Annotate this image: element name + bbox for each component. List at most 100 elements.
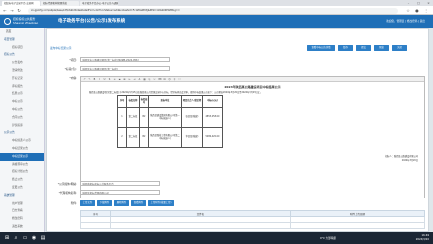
- section-title: 发布中标结果公示: [50, 46, 72, 50]
- sidebar-item[interactable]: 终止公告: [0, 176, 44, 184]
- table-icon[interactable]: ▦: [143, 78, 146, 81]
- fullscreen-icon[interactable]: ⛶: [178, 78, 181, 81]
- task-view-icon[interactable]: ▭: [21, 234, 29, 242]
- sidebar: 首页 项目管理 招标项目 招标公告 公告发布 澄清修改 开标记录 评标报告 结果公示 中标公示 中标…: [0, 28, 45, 232]
- sidebar-item[interactable]: 公示公告: [0, 129, 44, 137]
- url-input[interactable]: xx.gpzcfg.com/ebpzs/base/ntf/ntaticNotes…: [28, 7, 398, 14]
- sidebar-item[interactable]: 中标结果公告: [0, 145, 44, 153]
- view-detail-button[interactable]: 查看中标公告详情: [307, 45, 335, 51]
- agency-label: *代理机构名称:: [58, 191, 77, 195]
- table-cell: 2: [117, 127, 127, 148]
- sidebar-item[interactable]: 澄清修改: [0, 67, 44, 75]
- table-header: 中标价(元): [202, 95, 223, 108]
- sidebar-item[interactable]: 中标候选人公示: [0, 137, 44, 145]
- redo-icon[interactable]: ↷: [88, 78, 91, 81]
- sidebar-item[interactable]: 招标公告: [0, 51, 44, 59]
- sidebar-item[interactable]: 项目管理: [0, 36, 44, 44]
- doc-title: 2024年陕西某公路建设项目中标结果公示: [224, 85, 281, 89]
- logo-emblem-icon: [4, 18, 11, 25]
- sidebar-item[interactable]: 评标报告: [0, 83, 44, 91]
- sidebar-item[interactable]: 修改密码: [0, 215, 44, 223]
- sidebar-item[interactable]: 中标结果公示: [0, 152, 44, 161]
- table-header: 投标单位: [148, 95, 182, 108]
- batch-upload-button[interactable]: 上传附件(批量上传): [148, 200, 174, 206]
- table-cell: B2: [139, 127, 149, 148]
- special-char-icon[interactable]: Ω: [163, 78, 166, 81]
- folder-icon[interactable]: ▤: [39, 234, 47, 242]
- align-left-icon[interactable]: ≡: [113, 78, 116, 81]
- sidebar-item[interactable]: 首页: [0, 28, 44, 36]
- back-icon[interactable]: ←: [2, 7, 8, 14]
- attach-label: 附件:: [70, 201, 77, 205]
- italic-icon[interactable]: I: [98, 78, 101, 81]
- rich-text-editor[interactable]: ↶ ↷ B I U S ≡ ≣ ☰ ⇤ ⇥ A ▦ ⎘ ✂ ⌫ Ω ☺ ⚲ ⛶ 2024年陕西某公路建设项目中标结果公…: [80, 76, 425, 199]
- sidebar-item[interactable]: 变更公告: [0, 184, 44, 192]
- indent-icon[interactable]: ⇥: [133, 78, 136, 81]
- publish-field[interactable]: 陕西省招标投标公共服务平台: [80, 181, 160, 186]
- section-label: *标段(包):: [64, 67, 77, 71]
- font-color-icon[interactable]: A: [138, 78, 141, 81]
- bold-icon[interactable]: B: [93, 78, 96, 81]
- app-header: 招标投标公共服务 Shaanxi Zhaobiao 电子政务平台(公告/公示)发…: [0, 15, 433, 28]
- upload-file-button[interactable]: 上传文件: [80, 200, 95, 206]
- search-icon[interactable]: ⌕: [12, 234, 20, 242]
- agency-field[interactable]: 陕西某招标代理有限公司: [80, 190, 160, 195]
- sidebar-item[interactable]: 中标公告: [0, 106, 44, 114]
- sidebar-item[interactable]: 用户管理: [0, 200, 44, 208]
- align-center-icon[interactable]: ≣: [118, 78, 121, 81]
- sidebar-item[interactable]: 公告发布: [0, 59, 44, 67]
- sidebar-item[interactable]: 开标记录: [0, 75, 44, 83]
- preview-button[interactable]: 预览: [374, 45, 389, 51]
- sidebar-item[interactable]: 异议投诉: [0, 122, 44, 130]
- strike-icon[interactable]: S: [108, 78, 111, 81]
- user-info[interactable]: 欢迎您，管理员 | 修改密码 | 退出: [386, 19, 425, 24]
- attachment-table: 序号 文件名 附件上传日期: [80, 210, 425, 229]
- profile-icon[interactable]: ●: [414, 7, 420, 14]
- sidebar-item[interactable]: 招标项目: [0, 44, 44, 52]
- table-cell: 陕西某建设集团有限公司(第一中标候选人): [148, 107, 182, 128]
- system-clock[interactable]: 16:49 2024/3/20: [416, 234, 429, 243]
- cut-icon[interactable]: ✂: [153, 78, 156, 81]
- table-header: 项目负责人/建造师: [181, 95, 203, 108]
- sidebar-item[interactable]: 中标公示: [0, 98, 44, 106]
- project-label: *项目:: [69, 58, 77, 62]
- sidebar-item[interactable]: 系统管理: [0, 192, 44, 200]
- table-cell: 李某某(陕建): [181, 127, 203, 148]
- outdent-icon[interactable]: ⇤: [128, 78, 131, 81]
- reload-icon[interactable]: ↻: [16, 7, 22, 14]
- sidebar-item[interactable]: 资格预审公告: [0, 161, 44, 169]
- table-cell: 张某某(陕建): [181, 107, 203, 128]
- table-cell: 4853,258.00: [202, 107, 223, 128]
- copy-icon[interactable]: ⎘: [148, 78, 151, 81]
- section-field[interactable]: 陕西某市公路建设项目(第二标段): [80, 66, 170, 71]
- emoji-icon[interactable]: ☺: [168, 78, 171, 81]
- project-field[interactable]: 陕西某市公路建设项目(第二标段)[SXZB-2024-056]: [80, 57, 170, 62]
- close-button[interactable]: 关闭: [392, 45, 407, 51]
- clear-icon[interactable]: ⌫: [158, 78, 161, 81]
- delete-attachment-button[interactable]: 删除附件: [114, 200, 129, 206]
- underline-icon[interactable]: U: [103, 78, 106, 81]
- view-attachment-button[interactable]: 查看附件: [131, 200, 146, 206]
- search-icon[interactable]: ⚲: [173, 78, 176, 81]
- table-cell: 1: [117, 107, 127, 128]
- chrome-icon[interactable]: ◉: [30, 234, 38, 242]
- weather-widget[interactable]: 9°C 大部晴朗: [320, 236, 336, 241]
- table-header: 标段名称: [126, 95, 140, 108]
- sidebar-item[interactable]: 日志查看: [0, 207, 44, 215]
- sidebar-item[interactable]: 招标计划公告: [0, 168, 44, 176]
- sidebar-item[interactable]: 结果公示: [0, 90, 44, 98]
- windows-start-icon[interactable]: ⊞: [3, 234, 11, 242]
- star-icon[interactable]: ☆: [405, 7, 411, 14]
- download-attachment-button[interactable]: 下载附件: [97, 200, 112, 206]
- table-cell: B2: [139, 107, 149, 128]
- table-row: [80, 222, 425, 229]
- table-header: 标段编号: [139, 95, 149, 108]
- list-icon[interactable]: ☰: [123, 78, 126, 81]
- sidebar-item[interactable]: 合同公告: [0, 114, 44, 122]
- forward-icon[interactable]: →: [9, 7, 15, 14]
- submit-button[interactable]: 提交: [356, 45, 371, 51]
- menu-icon[interactable]: ⋮: [423, 7, 429, 14]
- sidebar-item[interactable]: 退出系统: [0, 223, 44, 231]
- save-draft-button[interactable]: 暂存: [338, 45, 353, 51]
- undo-icon[interactable]: ↶: [83, 78, 86, 81]
